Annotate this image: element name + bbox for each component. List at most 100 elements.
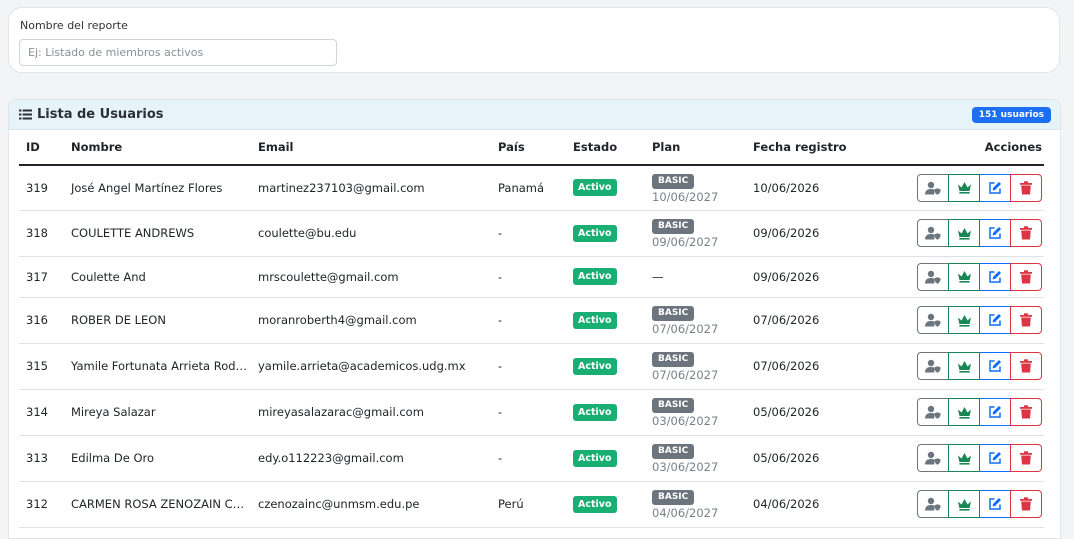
user-permissions-button[interactable]: [917, 352, 949, 380]
user-id: 314: [19, 389, 64, 436]
user-email: martinez237103@gmail.com: [251, 165, 491, 211]
row-actions: [885, 398, 1044, 426]
plan-badge: BASIC: [652, 173, 695, 189]
user-permissions-button[interactable]: [917, 444, 949, 472]
user-email: mrscoulette@gmail.com: [251, 256, 491, 298]
user-permissions-button[interactable]: [917, 398, 949, 426]
user-registered-date: 09/06/2026: [746, 256, 878, 298]
user-permissions-button[interactable]: [917, 173, 949, 202]
row-actions: [885, 490, 1044, 518]
user-name: Yamile Fortunata Arrieta Rodríguez: [64, 343, 251, 390]
plan-expiry-date: 07/06/2027: [652, 368, 719, 382]
delete-user-button[interactable]: [1010, 352, 1042, 380]
delete-user-button[interactable]: [1010, 219, 1042, 247]
edit-user-button[interactable]: [979, 173, 1011, 202]
user-permissions-button[interactable]: [917, 262, 949, 291]
user-shield-icon: [925, 270, 941, 284]
user-registered-date: 05/06/2026: [746, 435, 878, 482]
user-plan: —: [645, 256, 746, 298]
plan-expiry-date: 07/06/2027: [652, 322, 719, 336]
trash-icon: [1020, 405, 1032, 419]
report-name-input[interactable]: [19, 39, 337, 66]
row-actions: [885, 352, 1044, 380]
user-permissions-button[interactable]: [917, 490, 949, 518]
delete-user-button[interactable]: [1010, 444, 1042, 472]
assign-plan-button[interactable]: [948, 173, 980, 202]
edit-icon: [989, 227, 1001, 239]
row-actions: [885, 306, 1044, 334]
user-shield-icon: [925, 359, 941, 373]
user-plan: BASIC 07/06/2027: [645, 343, 746, 390]
col-header-plan[interactable]: Plan: [645, 130, 746, 166]
user-id: 312: [19, 481, 64, 528]
status-badge: Activo: [573, 357, 617, 375]
assign-plan-button[interactable]: [948, 219, 980, 247]
user-name: Edilma De Oro: [64, 435, 251, 482]
delete-user-button[interactable]: [1010, 490, 1042, 518]
table-row: 318 COULETTE ANDREWS coulette@bu.edu - A…: [19, 210, 1044, 257]
user-id: 316: [19, 297, 64, 344]
edit-user-button[interactable]: [979, 219, 1011, 247]
user-shield-icon: [925, 451, 941, 465]
user-email: coulette@bu.edu: [251, 210, 491, 257]
assign-plan-button[interactable]: [948, 306, 980, 334]
col-header-country[interactable]: País: [491, 130, 566, 166]
user-country: -: [491, 210, 566, 257]
user-registered-date: 09/06/2026: [746, 210, 878, 257]
user-plan: BASIC 09/06/2027: [645, 210, 746, 257]
trash-icon: [1020, 451, 1032, 465]
plan-badge: BASIC: [652, 444, 695, 459]
user-country: -: [491, 343, 566, 390]
col-header-registered[interactable]: Fecha registro: [746, 130, 878, 166]
edit-user-button[interactable]: [979, 444, 1011, 472]
delete-user-button[interactable]: [1010, 398, 1042, 426]
edit-icon: [989, 360, 1001, 372]
trash-icon: [1020, 497, 1032, 511]
edit-user-button[interactable]: [979, 398, 1011, 426]
crown-icon: [957, 360, 971, 373]
delete-user-button[interactable]: [1010, 262, 1042, 291]
delete-user-button[interactable]: [1010, 173, 1042, 202]
edit-user-button[interactable]: [979, 306, 1011, 334]
assign-plan-button[interactable]: [948, 398, 980, 426]
table-row: 317 Coulette And mrscoulette@gmail.com -…: [19, 256, 1044, 298]
delete-user-button[interactable]: [1010, 306, 1042, 334]
edit-user-button[interactable]: [979, 262, 1011, 291]
plan-expiry-date: 03/06/2027: [652, 460, 719, 474]
assign-plan-button[interactable]: [948, 352, 980, 380]
edit-user-button[interactable]: [979, 490, 1011, 518]
edit-user-button[interactable]: [979, 352, 1011, 380]
user-registered-date: 04/06/2026: [746, 481, 878, 528]
user-shield-icon: [925, 405, 941, 419]
user-plan: BASIC 04/06/2027: [645, 481, 746, 528]
assign-plan-button[interactable]: [948, 490, 980, 518]
user-permissions-button[interactable]: [917, 219, 949, 247]
assign-plan-button[interactable]: [948, 444, 980, 472]
row-actions: [885, 444, 1044, 472]
assign-plan-button[interactable]: [948, 262, 980, 291]
table-row: 312 CARMEN ROSA ZENOZAIN COSSIO czenozai…: [19, 481, 1044, 528]
user-permissions-button[interactable]: [917, 306, 949, 334]
report-name-card: Nombre del reporte: [8, 7, 1060, 73]
user-name: ROBER DE LEON: [64, 297, 251, 344]
crown-icon: [957, 227, 971, 240]
col-header-name[interactable]: Nombre: [64, 130, 251, 166]
plan-badge: BASIC: [652, 490, 695, 505]
user-country: -: [491, 435, 566, 482]
table-row: 315 Yamile Fortunata Arrieta Rodríguez y…: [19, 343, 1044, 390]
user-shield-icon: [925, 226, 941, 240]
user-plan: BASIC 03/06/2027: [645, 435, 746, 482]
col-header-email[interactable]: Email: [251, 130, 491, 166]
status-badge: Activo: [573, 449, 617, 467]
user-email: moranroberth4@gmail.com: [251, 297, 491, 344]
col-header-status[interactable]: Estado: [566, 130, 645, 166]
user-name: COULETTE ANDREWS: [64, 210, 251, 257]
user-country: Panamá: [491, 165, 566, 211]
user-id: 318: [19, 210, 64, 257]
user-email: yamile.arrieta@academicos.udg.mx: [251, 343, 491, 390]
crown-icon: [957, 498, 971, 511]
report-name-label: Nombre del reporte: [20, 19, 128, 32]
col-header-id[interactable]: ID: [19, 130, 64, 166]
plan-expiry-date: —: [652, 269, 664, 284]
col-header-actions: Acciones: [878, 130, 1044, 166]
